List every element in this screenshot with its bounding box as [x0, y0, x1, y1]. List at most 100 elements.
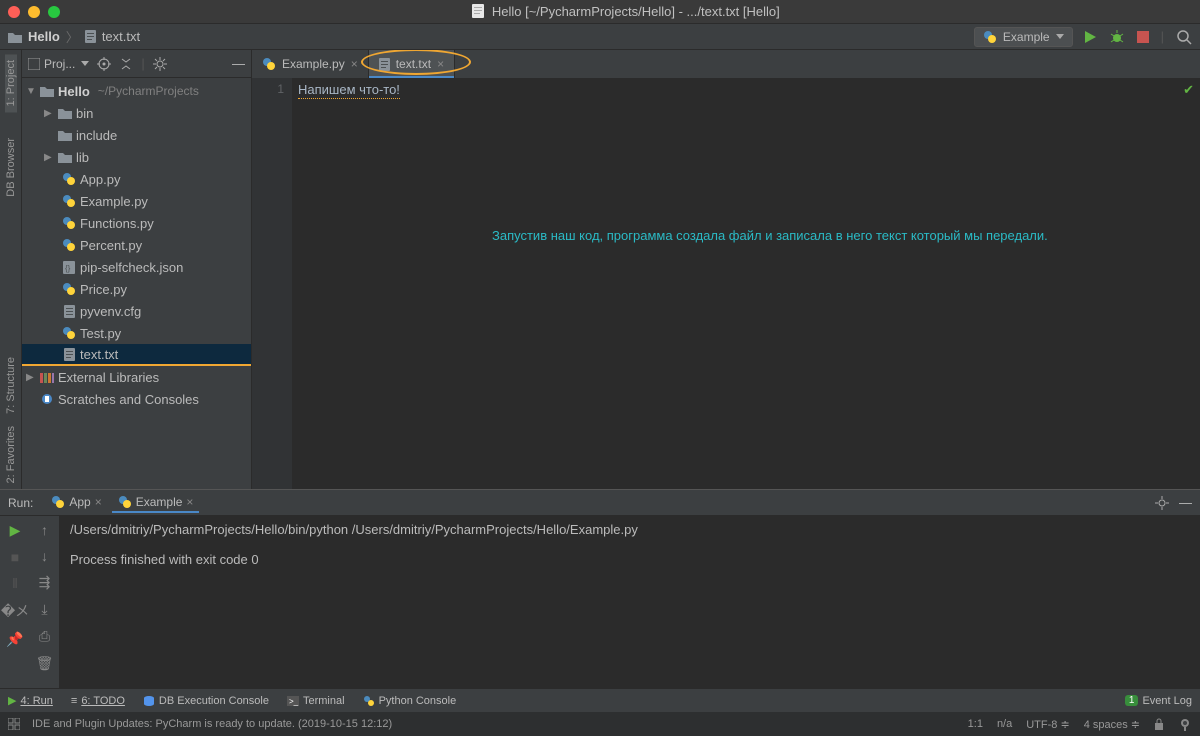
tree-item[interactable]: pyvenv.cfg	[22, 300, 251, 322]
tree-item[interactable]: Test.py	[22, 322, 251, 344]
tool-python-console[interactable]: Python Console	[363, 695, 457, 707]
close-tab-icon[interactable]: ×	[95, 495, 102, 509]
tree-item-label: App.py	[80, 172, 120, 187]
lock-icon[interactable]	[1154, 718, 1164, 730]
editor-tab[interactable]: text.txt×	[369, 50, 455, 78]
tree-item[interactable]: Functions.py	[22, 212, 251, 234]
minimize-window-icon[interactable]	[28, 6, 40, 18]
py-icon	[62, 216, 76, 230]
exit-icon[interactable]: �メ	[1, 601, 29, 621]
stop-icon[interactable]: ■	[11, 549, 19, 565]
breadcrumb[interactable]: Hello 〉 text.txt	[8, 27, 140, 46]
down-icon[interactable]: ↓	[41, 548, 48, 564]
inspector-icon[interactable]	[1178, 717, 1192, 731]
close-tab-icon[interactable]: ×	[437, 57, 444, 71]
svg-text:{}: {}	[65, 264, 71, 273]
libraries-icon	[40, 370, 54, 384]
minimize-panel-icon[interactable]: —	[1179, 495, 1192, 510]
run-tab[interactable]: App ×	[45, 493, 107, 513]
rail-project[interactable]: 1: Project	[5, 54, 17, 112]
status-message[interactable]: IDE and Plugin Updates: PyCharm is ready…	[32, 718, 392, 730]
minimize-panel-icon[interactable]: —	[232, 56, 245, 71]
close-window-icon[interactable]	[8, 6, 20, 18]
breadcrumb-file[interactable]: text.txt	[102, 29, 140, 44]
editor-tab[interactable]: Example.py×	[252, 50, 369, 78]
window-title: Hello [~/PycharmProjects/Hello] - .../te…	[60, 4, 1192, 19]
tool-todo[interactable]: ≡ 6: TODO	[71, 695, 125, 707]
tree-item[interactable]: Percent.py	[22, 234, 251, 256]
tree-item[interactable]: text.txt	[22, 344, 251, 366]
tree-item-label: include	[76, 128, 117, 143]
tree-external-libraries[interactable]: ▶ External Libraries	[22, 366, 251, 388]
search-button[interactable]	[1176, 29, 1192, 45]
tree-item[interactable]: Example.py	[22, 190, 251, 212]
tree-item-label: Test.py	[80, 326, 121, 341]
tree-item-label: Percent.py	[80, 238, 142, 253]
tree-item[interactable]: {}pip-selfcheck.json	[22, 256, 251, 278]
tool-db-console[interactable]: DB Execution Console	[143, 695, 269, 707]
maximize-window-icon[interactable]	[48, 6, 60, 18]
txt-icon	[62, 347, 76, 361]
encoding-selector[interactable]: UTF-8 ≑	[1026, 718, 1069, 731]
console-output[interactable]: /Users/dmitriy/PycharmProjects/Hello/bin…	[60, 516, 1200, 688]
inspection-ok-icon[interactable]: ✔	[1183, 82, 1194, 98]
run-tabs: App×Example×	[45, 493, 199, 513]
file-icon	[85, 30, 96, 43]
svg-text:>_: >_	[289, 697, 299, 706]
tool-windows-bar: ▶ 4: Run ≡ 6: TODO DB Execution Console …	[0, 688, 1200, 712]
tree-item[interactable]: App.py	[22, 168, 251, 190]
tree-item-label: Price.py	[80, 282, 127, 297]
tool-run[interactable]: ▶ 4: Run	[8, 694, 53, 707]
indent-selector[interactable]: 4 spaces ≑	[1084, 718, 1140, 731]
py-icon	[62, 282, 76, 296]
tree-item[interactable]: Price.py	[22, 278, 251, 300]
gear-icon[interactable]	[153, 57, 167, 71]
run-tab-label: App	[69, 495, 90, 509]
scroll-icon[interactable]: ⤓	[41, 601, 47, 618]
run-config-selector[interactable]: Example	[974, 27, 1073, 47]
project-tree[interactable]: ▼ Hello ~/PycharmProjects ▶bin include ▶li…	[22, 78, 251, 489]
print-icon[interactable]: ⎙	[39, 628, 50, 645]
project-panel-title[interactable]: Proj...	[28, 57, 89, 71]
rerun-icon[interactable]: ▶	[10, 522, 21, 539]
git-branch[interactable]: n/a	[997, 718, 1012, 730]
titlebar: Hello [~/PycharmProjects/Hello] - .../te…	[0, 0, 1200, 24]
code-area[interactable]: Напишем что-то! Запустив наш код, програ…	[292, 78, 1200, 489]
tree-item[interactable]: ▶lib	[22, 146, 251, 168]
gear-icon[interactable]	[1155, 496, 1169, 510]
rail-favorites[interactable]: 2: Favorites	[5, 420, 17, 489]
collapse-icon[interactable]	[119, 57, 133, 71]
tree-scratches[interactable]: Scratches and Consoles	[22, 388, 251, 410]
up-icon[interactable]: ↑	[41, 522, 48, 538]
run-rail-1: ▶ ■ ‖ �メ 📌	[0, 516, 30, 688]
breadcrumb-project[interactable]: Hello	[28, 29, 60, 44]
close-tab-icon[interactable]: ×	[351, 57, 358, 71]
rail-structure[interactable]: 7: Structure	[5, 351, 17, 420]
tree-item[interactable]: ▶bin	[22, 102, 251, 124]
tool-terminal[interactable]: >_ Terminal	[287, 695, 345, 707]
py-icon	[262, 57, 276, 71]
pin-icon[interactable]: 📌	[6, 631, 23, 648]
cursor-position[interactable]: 1:1	[968, 718, 983, 730]
trash-icon[interactable]: 🗑	[36, 655, 54, 672]
editor-line-1[interactable]: Напишем что-то!	[298, 82, 400, 99]
pause-icon[interactable]: ‖	[12, 575, 18, 591]
stop-button[interactable]	[1137, 31, 1149, 43]
file-icon	[472, 4, 484, 18]
run-button[interactable]	[1083, 30, 1097, 44]
tree-item[interactable]: include	[22, 124, 251, 146]
folder-icon	[40, 84, 54, 98]
python-icon	[983, 30, 997, 44]
run-tab[interactable]: Example×	[112, 493, 200, 513]
event-log[interactable]: 1 Event Log	[1125, 695, 1192, 707]
wrap-icon[interactable]: ⇶	[39, 574, 51, 591]
tree-item-label: Functions.py	[80, 216, 154, 231]
close-tab-icon[interactable]: ×	[186, 495, 193, 509]
tree-root[interactable]: ▼ Hello ~/PycharmProjects	[22, 80, 251, 102]
editor[interactable]: 1 Напишем что-то! Запустив наш код, прог…	[252, 78, 1200, 489]
py-icon	[62, 194, 76, 208]
windows-icon[interactable]	[8, 718, 20, 730]
locate-icon[interactable]	[97, 57, 111, 71]
rail-db-browser[interactable]: DB Browser	[5, 132, 17, 203]
debug-button[interactable]	[1109, 30, 1125, 44]
